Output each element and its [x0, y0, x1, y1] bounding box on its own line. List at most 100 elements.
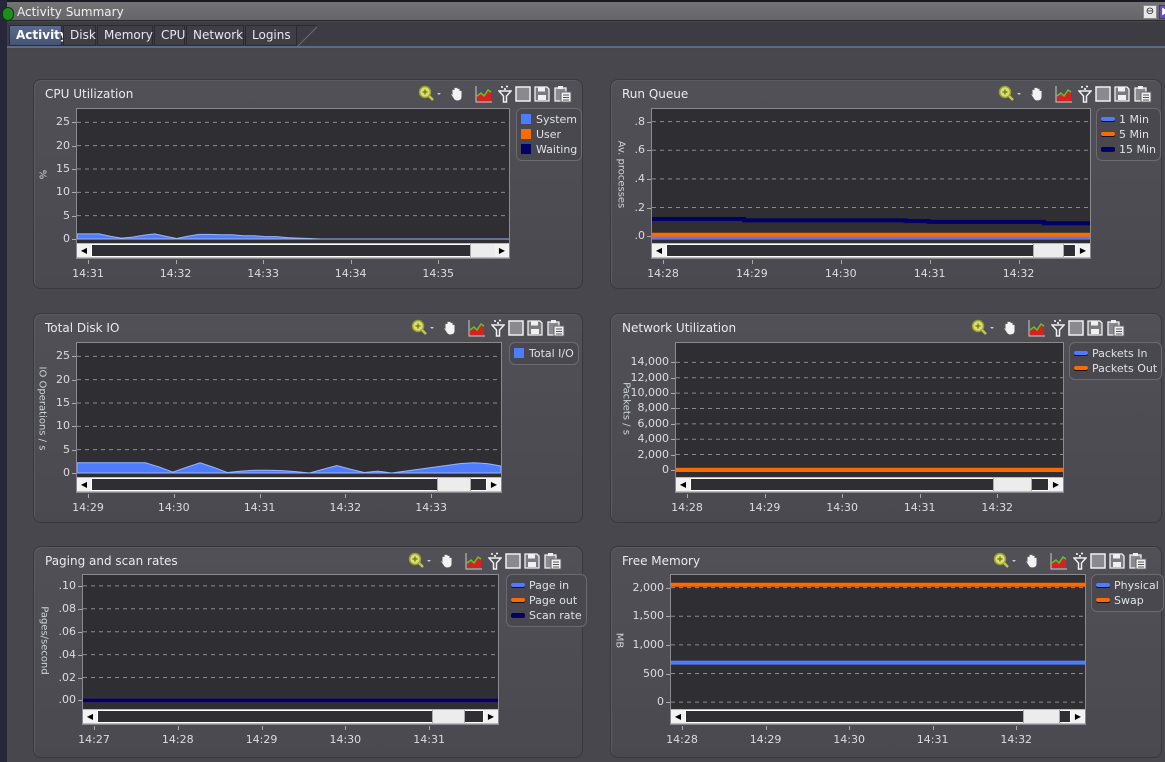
scroll-left-arrow-icon[interactable]: ◀ — [671, 710, 685, 723]
scrollbar-thumb[interactable] — [1022, 710, 1061, 723]
zoom-in-icon[interactable] — [418, 85, 441, 103]
chart-type-icon[interactable] — [468, 319, 486, 337]
scrollbar-track[interactable] — [667, 245, 1075, 256]
zoom-in-icon[interactable] — [998, 85, 1021, 103]
clipboard-icon[interactable] — [544, 552, 562, 570]
maximize-icon[interactable] — [1090, 552, 1108, 570]
chart-type-icon[interactable] — [1028, 319, 1046, 337]
maximize-icon[interactable] — [1068, 319, 1086, 337]
time-scrollbar[interactable]: ◀ ▶ — [671, 709, 1085, 724]
clipboard-icon[interactable] — [1129, 552, 1147, 570]
pan-hand-icon[interactable] — [1023, 552, 1041, 570]
legend-item[interactable]: Page out — [511, 593, 582, 608]
legend-item[interactable]: Swap — [1096, 593, 1159, 608]
filter-icon[interactable] — [1078, 85, 1096, 103]
scrollbar-track[interactable] — [686, 711, 1070, 722]
zoom-out-icon[interactable]: ⊖ — [1143, 5, 1157, 19]
legend-item[interactable]: Total I/O — [514, 346, 574, 361]
scrollbar-track[interactable] — [98, 711, 483, 722]
zoom-in-icon[interactable] — [971, 319, 994, 337]
maximize-icon[interactable] — [1095, 85, 1113, 103]
legend-item[interactable]: Packets In — [1074, 346, 1157, 361]
scrollbar-thumb[interactable] — [437, 478, 472, 491]
tab-activity[interactable]: Activity — [9, 25, 68, 46]
pan-hand-icon[interactable] — [448, 85, 466, 103]
time-scrollbar[interactable]: ◀ ▶ — [83, 709, 498, 724]
scroll-left-arrow-icon[interactable]: ◀ — [676, 478, 690, 491]
scrollbar-thumb[interactable] — [993, 478, 1033, 491]
save-icon[interactable] — [1109, 552, 1127, 570]
clipboard-icon[interactable] — [547, 319, 565, 337]
pan-hand-icon[interactable] — [438, 552, 456, 570]
zoom-in-icon[interactable] — [408, 552, 431, 570]
legend-item[interactable]: System — [521, 112, 577, 127]
legend-item[interactable]: 15 Min — [1101, 142, 1156, 157]
scroll-right-arrow-icon[interactable]: ▶ — [484, 710, 498, 723]
save-icon[interactable] — [1114, 85, 1132, 103]
filter-icon[interactable] — [488, 552, 506, 570]
scrollbar-track[interactable] — [92, 245, 494, 256]
plot-area[interactable]: ◀ ▶ — [651, 108, 1091, 259]
pan-hand-icon[interactable] — [1001, 319, 1019, 337]
pan-hand-icon[interactable] — [1028, 85, 1046, 103]
time-scrollbar[interactable]: ◀ ▶ — [77, 243, 509, 258]
scrollbar-track[interactable] — [92, 479, 486, 490]
legend-item[interactable]: Packets Out — [1074, 361, 1157, 376]
zoom-in-icon[interactable] — [411, 319, 434, 337]
plot-area[interactable]: ◀ ▶ — [82, 574, 499, 725]
time-scrollbar[interactable]: ◀ ▶ — [77, 477, 501, 492]
plot-area[interactable]: ◀ ▶ — [675, 342, 1064, 493]
scrollbar-thumb[interactable] — [1033, 244, 1064, 257]
chart-type-icon[interactable] — [1050, 552, 1068, 570]
legend-item[interactable]: Page in — [511, 578, 582, 593]
scrollbar-thumb[interactable] — [431, 710, 465, 723]
clipboard-icon[interactable] — [1107, 319, 1125, 337]
legend-item[interactable]: 1 Min — [1101, 112, 1156, 127]
restore-icon[interactable]: ▶ — [1159, 5, 1165, 19]
save-icon[interactable] — [534, 85, 552, 103]
save-icon[interactable] — [524, 552, 542, 570]
plot-area[interactable]: ◀ ▶ — [670, 574, 1086, 725]
maximize-icon[interactable] — [505, 552, 523, 570]
scrollbar-thumb[interactable] — [470, 244, 499, 257]
scroll-right-arrow-icon[interactable]: ▶ — [495, 244, 509, 257]
legend-item[interactable]: User — [521, 127, 577, 142]
chart-type-icon[interactable] — [465, 552, 483, 570]
scroll-left-arrow-icon[interactable]: ◀ — [652, 244, 666, 257]
tab-disk[interactable]: Disk — [63, 25, 96, 46]
filter-icon[interactable] — [491, 319, 509, 337]
tab-network[interactable]: Network — [186, 25, 244, 46]
save-icon[interactable] — [1087, 319, 1105, 337]
filter-icon[interactable] — [1073, 552, 1091, 570]
plot-area[interactable]: ◀ ▶ — [76, 342, 502, 493]
clipboard-icon[interactable] — [554, 85, 572, 103]
x-tick-mark — [764, 494, 766, 498]
filter-icon[interactable] — [498, 85, 516, 103]
time-scrollbar[interactable]: ◀ ▶ — [652, 243, 1090, 258]
pan-hand-icon[interactable] — [441, 319, 459, 337]
legend-item[interactable]: Waiting — [521, 142, 577, 157]
tab-logins[interactable]: Logins — [245, 25, 297, 46]
tab-cpu[interactable]: CPU — [154, 25, 185, 46]
tab-memory[interactable]: Memory — [97, 25, 153, 46]
legend-item[interactable]: 5 Min — [1101, 127, 1156, 142]
legend-item[interactable]: Physical — [1096, 578, 1159, 593]
scroll-left-arrow-icon[interactable]: ◀ — [83, 710, 97, 723]
scroll-left-arrow-icon[interactable]: ◀ — [77, 244, 91, 257]
scroll-right-arrow-icon[interactable]: ▶ — [1071, 710, 1085, 723]
maximize-icon[interactable] — [515, 85, 533, 103]
plot-area[interactable]: ◀ ▶ — [76, 108, 510, 259]
zoom-in-icon[interactable] — [993, 552, 1016, 570]
scroll-right-arrow-icon[interactable]: ▶ — [1076, 244, 1090, 257]
clipboard-icon[interactable] — [1134, 85, 1152, 103]
scroll-left-arrow-icon[interactable]: ◀ — [77, 478, 91, 491]
chart-type-icon[interactable] — [475, 85, 493, 103]
time-scrollbar[interactable]: ◀ ▶ — [676, 477, 1063, 492]
maximize-icon[interactable] — [508, 319, 526, 337]
scroll-right-arrow-icon[interactable]: ▶ — [1049, 478, 1063, 491]
chart-type-icon[interactable] — [1055, 85, 1073, 103]
save-icon[interactable] — [527, 319, 545, 337]
scroll-right-arrow-icon[interactable]: ▶ — [487, 478, 501, 491]
filter-icon[interactable] — [1051, 319, 1069, 337]
legend-item[interactable]: Scan rate — [511, 608, 582, 623]
